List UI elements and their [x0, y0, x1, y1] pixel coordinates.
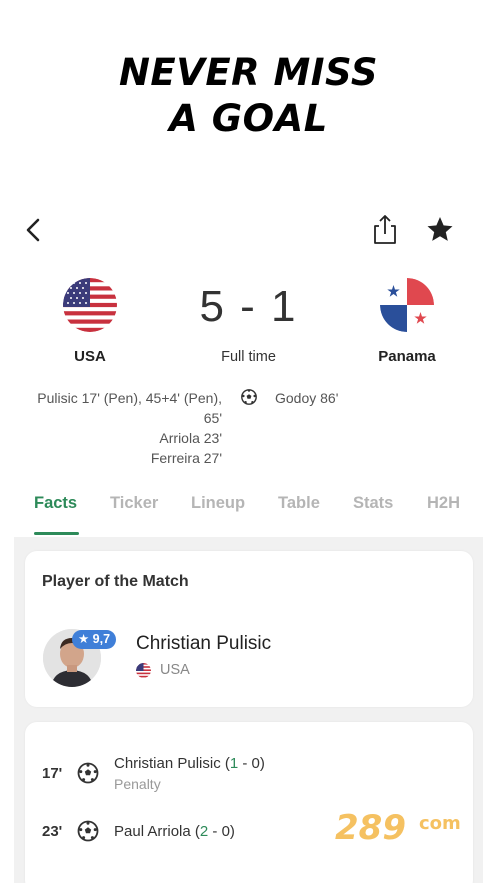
favorite-button[interactable] [424, 212, 456, 248]
event-description: Christian Pulisic (1 - 0) [114, 755, 265, 772]
player-name: Christian Pulisic [136, 633, 272, 654]
home-team-name: USA [74, 348, 106, 365]
active-tab-indicator [34, 532, 79, 535]
headline: NEVER MISS A GOAL [0, 50, 497, 142]
event-score-rest: - 0) [208, 823, 235, 840]
event-score-rest: - 0) [238, 755, 265, 772]
away-team[interactable]: Panama [352, 278, 462, 365]
headline-line-2: A GOAL [169, 97, 328, 140]
usa-flag-icon [136, 663, 151, 678]
tab-stats[interactable]: Stats [353, 494, 393, 513]
card-title: Player of the Match [42, 573, 189, 590]
home-scorer-line: Arriola 23' [159, 430, 222, 446]
home-team[interactable]: USA [35, 278, 145, 365]
watermark-logo: 289 com [333, 803, 483, 849]
match-status: Full time [221, 349, 276, 365]
watermark-suffix: com [419, 813, 461, 834]
event-description: Paul Arriola (2 - 0) [114, 823, 235, 840]
home-scorer-line: Pulisic 17' (Pen), 45+4' (Pen), [37, 390, 222, 406]
rating-badge: ★ 9,7 [72, 630, 117, 649]
chevron-left-icon [26, 218, 40, 242]
player-of-the-match-card[interactable]: Player of the Match ★ 9,7 Christian Puli… [25, 551, 473, 707]
match-tabs: Facts Ticker Lineup Table Stats H2H [0, 494, 497, 536]
event-minute: 17' [42, 765, 63, 782]
football-icon [77, 762, 99, 784]
away-scorer-line: Godoy 86' [275, 390, 339, 406]
away-scorers: Godoy 86' [275, 388, 338, 408]
home-scorer-line: Ferreira 27' [150, 450, 222, 466]
home-scorers: Pulisic 17' (Pen), 45+4' (Pen), 65' Arri… [14, 388, 222, 468]
event-player: Christian Pulisic [114, 755, 221, 772]
star-icon [427, 217, 453, 241]
tab-table[interactable]: Table [278, 494, 320, 513]
football-icon [77, 820, 99, 842]
back-button[interactable] [20, 212, 50, 248]
match-score: 5 - 1 [199, 282, 298, 331]
event-score-home: 1 [229, 755, 239, 772]
home-scorer-line: 65' [203, 410, 222, 426]
away-team-name: Panama [378, 348, 436, 365]
top-bar [0, 210, 497, 250]
event-score-home: 2 [199, 823, 209, 840]
tab-h2h[interactable]: H2H [427, 494, 460, 513]
event-player: Paul Arriola [114, 823, 191, 840]
tab-ticker[interactable]: Ticker [110, 494, 158, 513]
event-minute: 23' [42, 823, 63, 840]
usa-flag-icon [63, 278, 117, 332]
watermark-number: 289 [335, 808, 406, 848]
tab-lineup[interactable]: Lineup [191, 494, 245, 513]
football-icon [241, 389, 257, 405]
panama-flag-icon [380, 278, 434, 332]
share-button[interactable] [370, 212, 400, 248]
share-icon [374, 215, 396, 244]
event-detail: Penalty [114, 776, 161, 792]
tab-facts[interactable]: Facts [34, 494, 77, 513]
headline-line-1: NEVER MISS [118, 51, 379, 94]
player-team: USA [160, 662, 190, 678]
